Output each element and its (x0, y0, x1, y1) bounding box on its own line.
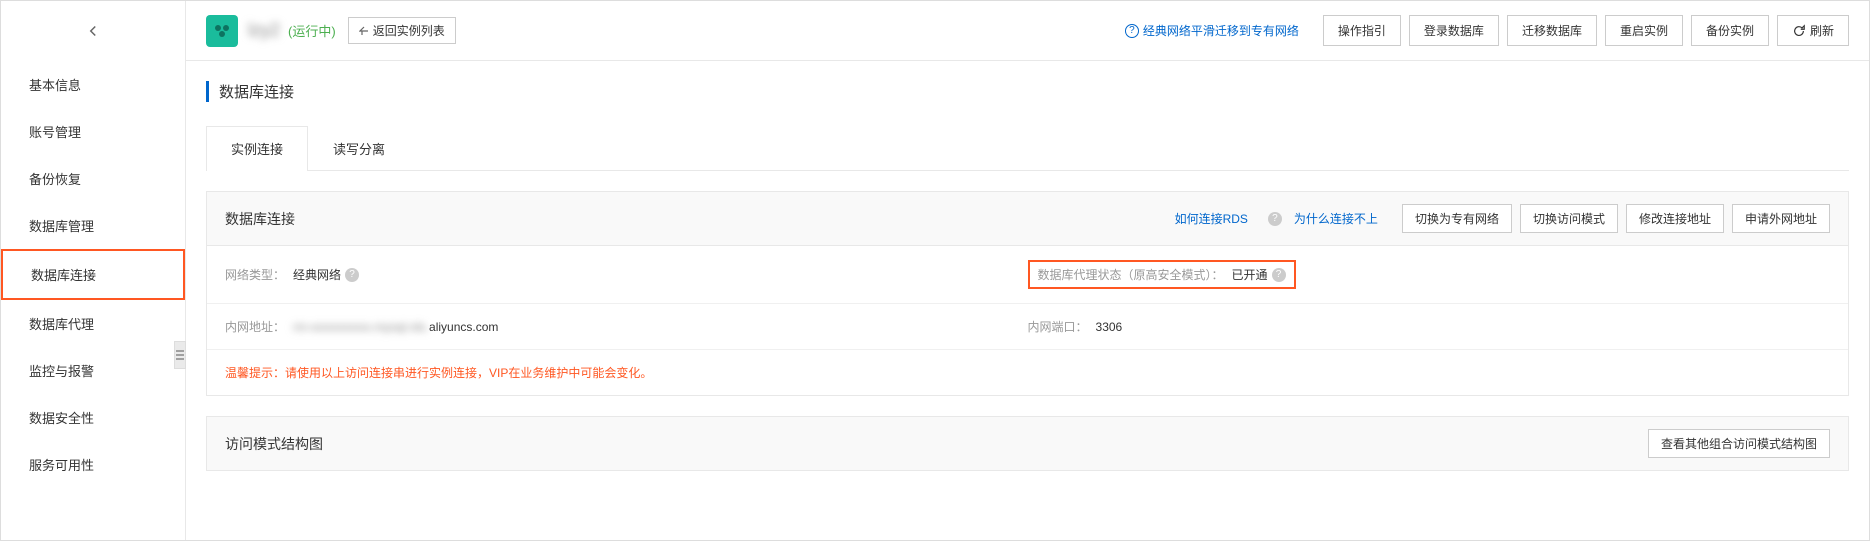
connection-panel: 数据库连接 如何连接RDS ? 为什么连接不上 切换为专有网络 切换访问模式 修… (206, 191, 1849, 396)
instance-status: (运行中) (288, 21, 336, 40)
migrate-db-button[interactable]: 迁移数据库 (1507, 15, 1597, 46)
sidebar-item-database-connection[interactable]: 数据库连接 (1, 249, 185, 300)
network-type-value: 经典网络 (293, 266, 341, 283)
return-icon (359, 26, 369, 36)
sidebar-item-database-proxy[interactable]: 数据库代理 (1, 300, 185, 347)
sidebar-item-data-security[interactable]: 数据安全性 (1, 394, 185, 441)
migration-link-label: 经典网络平滑迁移到专有网络 (1143, 22, 1299, 39)
modify-address-button[interactable]: 修改连接地址 (1626, 204, 1724, 233)
content-area: 数据库连接 实例连接 读写分离 数据库连接 如何连接RDS ? 为什么连接不上 … (186, 61, 1869, 540)
tabs: 实例连接 读写分离 (206, 126, 1849, 171)
help-icon[interactable]: ? (1268, 212, 1282, 226)
network-type-label: 网络类型： (225, 266, 285, 283)
network-type-cell: 网络类型： 经典网络 ? (225, 260, 1028, 289)
internal-address-label: 内网地址： (225, 318, 285, 335)
back-to-list-button[interactable]: 返回实例列表 (348, 17, 456, 44)
why-cannot-connect-link[interactable]: 为什么连接不上 (1294, 210, 1378, 227)
tab-rw-split[interactable]: 读写分离 (308, 126, 410, 170)
internal-port-value: 3306 (1096, 320, 1123, 334)
internal-address-cell: 内网地址： rm-xxxxxxxxxx.mysql.rds. aliyuncs.… (225, 318, 1028, 335)
sidebar: 基本信息 账号管理 备份恢复 数据库管理 数据库连接 数据库代理 监控与报警 数… (1, 1, 186, 540)
refresh-label: 刷新 (1810, 22, 1834, 39)
back-to-list-label: 返回实例列表 (373, 22, 445, 39)
panel-title: 数据库连接 (225, 209, 295, 229)
switch-to-vpc-button[interactable]: 切换为专有网络 (1402, 204, 1512, 233)
how-to-connect-link[interactable]: 如何连接RDS (1175, 210, 1248, 227)
collapse-icon (176, 349, 184, 361)
proxy-status-highlight: 数据库代理状态（原高安全模式）： 已开通 ? (1028, 260, 1296, 289)
header: lzy2 (运行中) 返回实例列表 ? 经典网络平滑迁移到专有网络 操作指引 登… (186, 1, 1869, 61)
help-icon[interactable]: ? (1272, 268, 1286, 282)
panel-header: 数据库连接 如何连接RDS ? 为什么连接不上 切换为专有网络 切换访问模式 修… (207, 192, 1848, 246)
login-db-button[interactable]: 登录数据库 (1409, 15, 1499, 46)
refresh-icon (1792, 24, 1806, 38)
back-button[interactable] (1, 1, 185, 61)
proxy-status-cell: 数据库代理状态（原高安全模式）： 已开通 ? (1028, 260, 1831, 289)
sidebar-item-account-mgmt[interactable]: 账号管理 (1, 108, 185, 155)
internal-address-suffix: aliyuncs.com (429, 320, 498, 334)
access-mode-panel-header: 访问模式结构图 查看其他组合访问模式结构图 (207, 417, 1848, 470)
access-mode-panel: 访问模式结构图 查看其他组合访问模式结构图 (206, 416, 1849, 471)
refresh-button[interactable]: 刷新 (1777, 15, 1849, 46)
backup-button[interactable]: 备份实例 (1691, 15, 1769, 46)
sidebar-item-database-mgmt[interactable]: 数据库管理 (1, 202, 185, 249)
access-mode-title: 访问模式结构图 (225, 434, 323, 454)
proxy-status-value: 已开通 (1232, 266, 1268, 283)
sidebar-item-basic-info[interactable]: 基本信息 (1, 61, 185, 108)
guide-button[interactable]: 操作指引 (1323, 15, 1401, 46)
switch-access-mode-button[interactable]: 切换访问模式 (1520, 204, 1618, 233)
view-other-structure-button[interactable]: 查看其他组合访问模式结构图 (1648, 429, 1830, 458)
tab-instance-connection[interactable]: 实例连接 (206, 126, 308, 170)
sidebar-item-monitor-alarm[interactable]: 监控与报警 (1, 347, 185, 394)
main-content: lzy2 (运行中) 返回实例列表 ? 经典网络平滑迁移到专有网络 操作指引 登… (186, 1, 1869, 540)
proxy-status-label: 数据库代理状态（原高安全模式）： (1038, 266, 1224, 283)
help-icon: ? (1125, 24, 1139, 38)
internal-port-label: 内网端口： (1028, 318, 1088, 335)
internal-port-cell: 内网端口： 3306 (1028, 318, 1831, 335)
warning-text: 温馨提示：请使用以上访问连接串进行实例连接，VIP在业务维护中可能会变化。 (207, 350, 1848, 395)
restart-button[interactable]: 重启实例 (1605, 15, 1683, 46)
instance-icon (206, 15, 238, 47)
chevron-left-icon (84, 22, 102, 40)
sidebar-item-backup-restore[interactable]: 备份恢复 (1, 155, 185, 202)
panel-row-address: 内网地址： rm-xxxxxxxxxx.mysql.rds. aliyuncs.… (207, 304, 1848, 350)
panel-row-network: 网络类型： 经典网络 ? 数据库代理状态（原高安全模式）： 已开通 ? (207, 246, 1848, 304)
help-icon[interactable]: ? (345, 268, 359, 282)
apply-public-address-button[interactable]: 申请外网地址 (1732, 204, 1830, 233)
migration-link[interactable]: ? 经典网络平滑迁移到专有网络 (1125, 22, 1299, 39)
sidebar-collapse-handle[interactable] (174, 341, 186, 369)
internal-address-masked: rm-xxxxxxxxxx.mysql.rds. (293, 320, 429, 334)
section-title: 数据库连接 (206, 81, 1849, 102)
sidebar-item-service-availability[interactable]: 服务可用性 (1, 441, 185, 488)
instance-name: lzy2 (248, 20, 280, 41)
